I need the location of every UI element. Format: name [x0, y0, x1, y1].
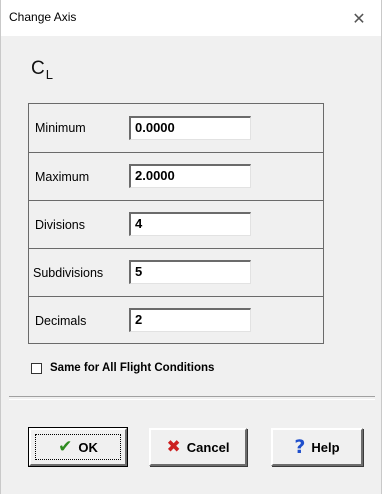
decimals-label: Decimals: [35, 314, 87, 328]
decimals-input[interactable]: 2: [129, 308, 251, 332]
same-for-all-option[interactable]: Same for All Flight Conditions: [31, 362, 214, 374]
change-axis-dialog: Change Axis ✕ CL Minimum 0.0000 Maximum …: [0, 0, 382, 494]
minimum-input[interactable]: 0.0000: [129, 116, 251, 140]
ok-button[interactable]: ✔ OK: [28, 427, 128, 467]
divisions-label: Divisions: [35, 218, 86, 232]
title-bar: Change Axis ✕: [1, 0, 381, 36]
same-for-all-label: Same for All Flight Conditions: [50, 362, 215, 374]
minimum-label: Minimum: [35, 121, 86, 135]
row-decimals: Decimals 2: [29, 296, 323, 344]
help-button[interactable]: ? Help: [271, 428, 363, 466]
row-minimum: Minimum 0.0000: [29, 104, 323, 152]
subdivisions-input[interactable]: 5: [129, 260, 251, 284]
subdivisions-label: Subdivisions: [33, 266, 104, 280]
cancel-label: Cancel: [186, 439, 230, 455]
window-title: Change Axis: [9, 10, 77, 24]
close-button[interactable]: ✕: [337, 0, 381, 36]
maximum-label: Maximum: [35, 170, 90, 184]
focus-rectangle: [35, 434, 121, 460]
divisions-input[interactable]: 4: [129, 212, 251, 236]
help-label: Help: [311, 439, 340, 455]
same-for-all-checkbox[interactable]: [31, 362, 42, 374]
x-icon: ✖: [166, 437, 181, 457]
row-subdivisions: Subdivisions 5: [29, 248, 323, 296]
axis-name-label: CL: [31, 58, 53, 82]
maximum-input[interactable]: 2.0000: [129, 164, 251, 188]
row-divisions: Divisions 4: [29, 200, 323, 248]
question-mark-icon: ?: [294, 436, 306, 458]
axis-symbol: C: [31, 58, 45, 79]
separator: [9, 396, 375, 400]
axis-subscript: L: [45, 67, 53, 82]
cancel-button[interactable]: ✖ Cancel: [149, 428, 247, 466]
close-icon: ✕: [352, 8, 366, 28]
row-maximum: Maximum 2.0000: [29, 152, 323, 200]
axis-settings-grid: Minimum 0.0000 Maximum 2.0000 Divisions …: [28, 103, 324, 344]
